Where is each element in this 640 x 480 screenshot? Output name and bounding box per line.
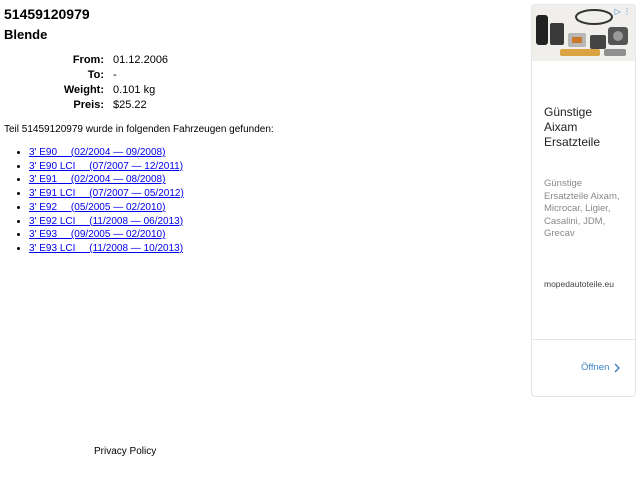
ad-title[interactable]: Günstige Aixam Ersatzteile bbox=[544, 105, 627, 150]
ad-description: Günstige Ersatzteile Aixam, Microcar, Li… bbox=[544, 178, 620, 239]
vehicle-list: 3' E90 (02/2004 — 09/2008) 3' E90 LCI (0… bbox=[4, 146, 524, 256]
privacy-policy-link[interactable]: Privacy Policy bbox=[94, 446, 156, 457]
spec-row-from: From: 01.12.2006 bbox=[4, 53, 168, 68]
vehicle-link-e91[interactable]: 3' E91 (02/2004 — 08/2008) bbox=[29, 174, 165, 185]
spec-key: From: bbox=[72, 54, 104, 66]
vehicle-link-e92-lci[interactable]: 3' E92 LCI (11/2008 — 06/2013) bbox=[29, 216, 183, 227]
list-item: 3' E90 LCI (07/2007 — 12/2011) bbox=[29, 160, 524, 174]
vehicle-link-e92[interactable]: 3' E92 (05/2005 — 02/2010) bbox=[29, 202, 165, 213]
part-name: Blende bbox=[4, 27, 48, 42]
spec-key: To: bbox=[87, 69, 104, 81]
list-item: 3' E93 (09/2005 — 02/2010) bbox=[29, 228, 524, 242]
ad-banner[interactable]: ▷ ⋮ Günstige Aixam Ersatzteile Günstige … bbox=[531, 4, 636, 397]
chevron-right-icon bbox=[614, 363, 621, 372]
spec-value: 01.12.2006 bbox=[113, 54, 169, 66]
spec-row-price: Preis: $25.22 bbox=[4, 98, 168, 113]
ad-open-label: Öffnen bbox=[581, 362, 610, 373]
vehicle-link-e91-lci[interactable]: 3' E91 LCI (07/2007 — 05/2012) bbox=[29, 188, 184, 199]
vehicle-link-e90[interactable]: 3' E90 (02/2004 — 09/2008) bbox=[29, 147, 165, 158]
ad-divider bbox=[532, 339, 635, 340]
spec-row-to: To: - bbox=[4, 68, 168, 83]
list-item: 3' E93 LCI (11/2008 — 10/2013) bbox=[29, 242, 524, 256]
list-item: 3' E90 (02/2004 — 09/2008) bbox=[29, 146, 524, 160]
ad-url: mopedautoteile.eu bbox=[544, 278, 614, 289]
part-number: 51459120979 bbox=[4, 6, 90, 22]
ad-product-image[interactable]: ▷ ⋮ bbox=[532, 5, 635, 61]
vehicle-link-e93-lci[interactable]: 3' E93 LCI (11/2008 — 10/2013) bbox=[29, 243, 183, 254]
spec-value: $25.22 bbox=[113, 99, 147, 111]
ad-choices-icon[interactable]: ▷ ⋮ bbox=[615, 7, 631, 16]
list-item: 3' E92 (05/2005 — 02/2010) bbox=[29, 201, 524, 215]
vehicles-intro: Teil 51459120979 wurde in folgenden Fahr… bbox=[4, 124, 274, 135]
vehicle-link-e90-lci[interactable]: 3' E90 LCI (07/2007 — 12/2011) bbox=[29, 161, 183, 172]
specs-table: From: 01.12.2006 To: - Weight: 0.101 kg … bbox=[4, 53, 168, 113]
main-content: 51459120979 Blende From: 01.12.2006 To: … bbox=[4, 6, 524, 256]
list-item: 3' E92 LCI (11/2008 — 06/2013) bbox=[29, 215, 524, 229]
vehicle-link-e93[interactable]: 3' E93 (09/2005 — 02/2010) bbox=[29, 229, 165, 240]
spec-key: Preis: bbox=[73, 99, 104, 111]
spec-row-weight: Weight: 0.101 kg bbox=[4, 83, 168, 98]
spec-value: 0.101 kg bbox=[113, 84, 156, 96]
spec-value: - bbox=[113, 69, 117, 81]
spec-key: Weight: bbox=[63, 84, 104, 96]
ad-open-button[interactable]: Öffnen bbox=[581, 362, 621, 373]
list-item: 3' E91 (02/2004 — 08/2008) bbox=[29, 173, 524, 187]
list-item: 3' E91 LCI (07/2007 — 05/2012) bbox=[29, 187, 524, 201]
